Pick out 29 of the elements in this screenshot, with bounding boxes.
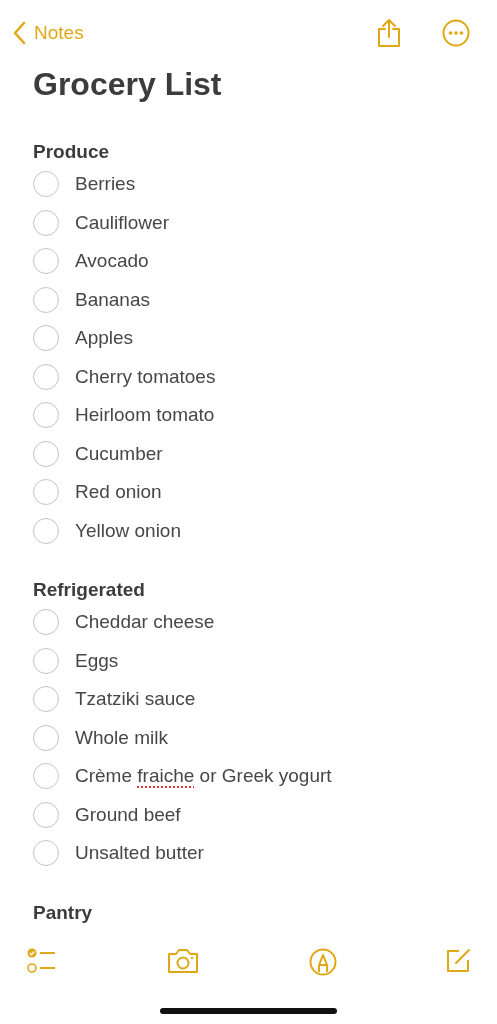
share-icon[interactable] <box>376 18 402 48</box>
checklist-item-text: Bananas <box>75 287 151 312</box>
checklist-item-text: Tzatziki sauce <box>75 687 197 711</box>
checklist-item-text: Berries <box>75 172 137 196</box>
checklist-item-text: Whole milk <box>75 725 169 750</box>
compose-icon[interactable] <box>445 948 471 974</box>
checklist-item-text: Cucumber <box>75 441 164 466</box>
section-heading: Pantry <box>33 900 94 925</box>
checklist-item-text: Cauliflower <box>75 210 170 235</box>
camera-icon[interactable] <box>167 948 199 974</box>
more-icon[interactable] <box>442 19 470 47</box>
checklist-item-text: Apples <box>75 326 135 350</box>
checklist-item-text: Cherry tomatoes <box>75 364 217 389</box>
checklist-item-text: Crème fraiche or Greek yogurt <box>75 764 333 788</box>
checklist-item-text: Ground beef <box>75 802 182 827</box>
chevron-left-icon <box>12 21 26 45</box>
checklist-icon[interactable] <box>27 948 57 976</box>
checklist-item-text: Unsalted butter <box>75 841 205 865</box>
checklist-item-text: Avocado <box>75 249 150 273</box>
note-title: Grocery List <box>33 66 223 102</box>
checklist-item-text: Eggs <box>75 648 120 673</box>
back-button[interactable]: Notes <box>12 18 84 48</box>
checklist-item-text: Red onion <box>75 480 163 504</box>
markup-pen-icon[interactable] <box>309 948 337 976</box>
checklist-item-text: Yellow onion <box>75 518 182 543</box>
checklist-item-text: Heirloom tomato <box>75 403 216 427</box>
checklist-item-text: Cheddar cheese <box>75 610 216 634</box>
section-heading: Produce <box>33 140 111 164</box>
section-heading: Refrigerated <box>33 578 146 602</box>
